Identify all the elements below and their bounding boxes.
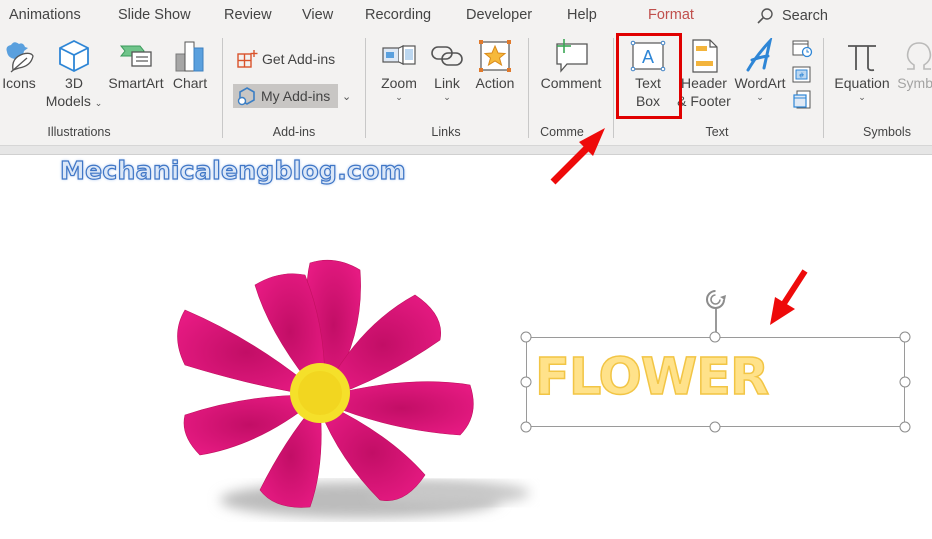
- chevron-down-icon: ⌄: [443, 92, 451, 102]
- ribbon-bottom-border: [0, 145, 932, 155]
- smartart-label: SmartArt: [108, 75, 164, 91]
- resize-handle-right[interactable]: [899, 376, 911, 388]
- chevron-down-icon: ⌄: [858, 92, 866, 102]
- resize-handle-bottom[interactable]: [709, 421, 721, 433]
- omega-icon: [901, 38, 932, 74]
- header-footer-label-line2: & Footer: [677, 93, 731, 109]
- chart-button[interactable]: Chart: [170, 38, 210, 92]
- action-label: Action: [475, 75, 515, 91]
- wordart-flower-text[interactable]: FLOWER: [534, 347, 770, 408]
- tab-recording[interactable]: Recording: [365, 7, 431, 23]
- group-separator: [823, 38, 824, 138]
- date-time-icon[interactable]: [791, 38, 813, 58]
- text-box-icon: A: [630, 38, 666, 74]
- text-box-label-line1: Text: [635, 75, 661, 91]
- resize-handle-top-left[interactable]: [520, 331, 532, 343]
- search-icon: [757, 8, 773, 24]
- link-button[interactable]: Link ⌄: [428, 38, 466, 102]
- get-addins-label: Get Add-ins: [262, 51, 336, 67]
- link-label: Link: [434, 75, 460, 91]
- pi-icon: [844, 38, 880, 74]
- tab-developer[interactable]: Developer: [466, 7, 532, 23]
- symbol-button[interactable]: Symbo: [894, 38, 932, 92]
- svg-text:#: #: [799, 72, 805, 80]
- resize-handle-top[interactable]: [709, 331, 721, 343]
- chevron-down-icon: ⌄: [94, 98, 103, 108]
- symbol-label: Symbo: [897, 75, 932, 91]
- tab-help[interactable]: Help: [567, 7, 597, 23]
- ribbon-tab-bar: Animations Slide Show Review View Record…: [0, 0, 932, 32]
- chevron-down-icon: ⌄: [395, 92, 403, 102]
- 3d-models-label-line2: Models: [45, 93, 91, 109]
- addins-icon: [237, 87, 255, 106]
- icons-button[interactable]: Icons: [0, 38, 38, 92]
- zoom-icon: [381, 38, 417, 74]
- svg-text:A: A: [642, 47, 654, 67]
- icons-icon: [1, 38, 37, 74]
- group-label-illustrations: Illustrations: [47, 125, 111, 139]
- group-separator: [222, 38, 223, 138]
- zoom-label: Zoom: [381, 75, 417, 91]
- resize-handle-bottom-right[interactable]: [899, 421, 911, 433]
- wordart-button[interactable]: WordArt ⌄: [732, 38, 788, 102]
- tab-view[interactable]: View: [302, 7, 333, 23]
- comment-button[interactable]: Comment: [538, 38, 604, 92]
- wordart-label: WordArt: [734, 75, 786, 91]
- 3d-models-label-line1: 3D: [65, 75, 83, 91]
- chart-icon: [172, 38, 208, 74]
- tab-animations[interactable]: Animations: [9, 7, 81, 23]
- header-footer-label-line1: Header: [681, 75, 727, 91]
- comment-icon: [553, 38, 589, 74]
- group-label-comments: Comme: [540, 125, 584, 139]
- 3d-models-button[interactable]: 3D Models ⌄: [46, 38, 102, 110]
- resize-handle-top-right[interactable]: [899, 331, 911, 343]
- slide-number-icon[interactable]: #: [791, 65, 813, 85]
- text-box-label-line2: Box: [635, 93, 661, 109]
- smartart-button[interactable]: SmartArt: [106, 38, 166, 92]
- group-label-links: Links: [431, 125, 461, 139]
- tab-slide-show[interactable]: Slide Show: [118, 7, 191, 23]
- group-separator: [365, 38, 366, 138]
- red-arrow-icon: [770, 269, 808, 325]
- zoom-button[interactable]: Zoom ⌄: [378, 38, 420, 102]
- search-box[interactable]: Search: [756, 5, 828, 27]
- equation-label: Equation: [834, 75, 890, 91]
- watermark-text: Mechanicalengblog.com: [59, 155, 406, 185]
- object-icon[interactable]: [791, 90, 813, 110]
- icons-label: Icons: [2, 75, 36, 91]
- flower-center: [290, 363, 350, 423]
- tab-format[interactable]: Format: [648, 7, 694, 23]
- my-addins-button[interactable]: My Add-ins: [233, 84, 338, 108]
- my-addins-label: My Add-ins: [261, 88, 331, 104]
- resize-handle-bottom-left[interactable]: [520, 421, 532, 433]
- group-separator: [528, 38, 529, 138]
- group-separator: [613, 38, 614, 138]
- tab-review[interactable]: Review: [224, 7, 272, 23]
- group-label-text: Text: [705, 125, 729, 139]
- comment-label: Comment: [540, 75, 602, 91]
- text-box-button[interactable]: A Text Box: [622, 38, 674, 110]
- smartart-icon: [118, 38, 154, 74]
- chevron-down-icon: ⌄: [756, 92, 764, 102]
- chart-label: Chart: [172, 75, 208, 91]
- action-star-icon: [477, 38, 513, 74]
- resize-handle-left[interactable]: [520, 376, 532, 388]
- equation-button[interactable]: Equation ⌄: [832, 38, 892, 102]
- cube-icon: [56, 38, 92, 74]
- my-addins-dropdown[interactable]: ⌄: [342, 92, 351, 103]
- wordart-icon: [742, 38, 778, 74]
- rotate-handle-icon[interactable]: [703, 287, 728, 312]
- header-footer-icon: [686, 38, 722, 74]
- header-footer-button[interactable]: Header & Footer: [674, 38, 734, 110]
- ribbon-insert: Icons 3D Models ⌄ SmartArt Chart Illustr…: [0, 32, 932, 145]
- search-label: Search: [782, 8, 828, 24]
- store-icon: [237, 50, 258, 68]
- flower-image[interactable]: [160, 245, 540, 539]
- group-label-addins: Add-ins: [272, 125, 316, 139]
- get-addins-button[interactable]: Get Add-ins: [232, 47, 339, 71]
- group-label-symbols: Symbols: [863, 125, 911, 139]
- link-icon: [429, 38, 465, 74]
- action-button[interactable]: Action: [472, 38, 518, 92]
